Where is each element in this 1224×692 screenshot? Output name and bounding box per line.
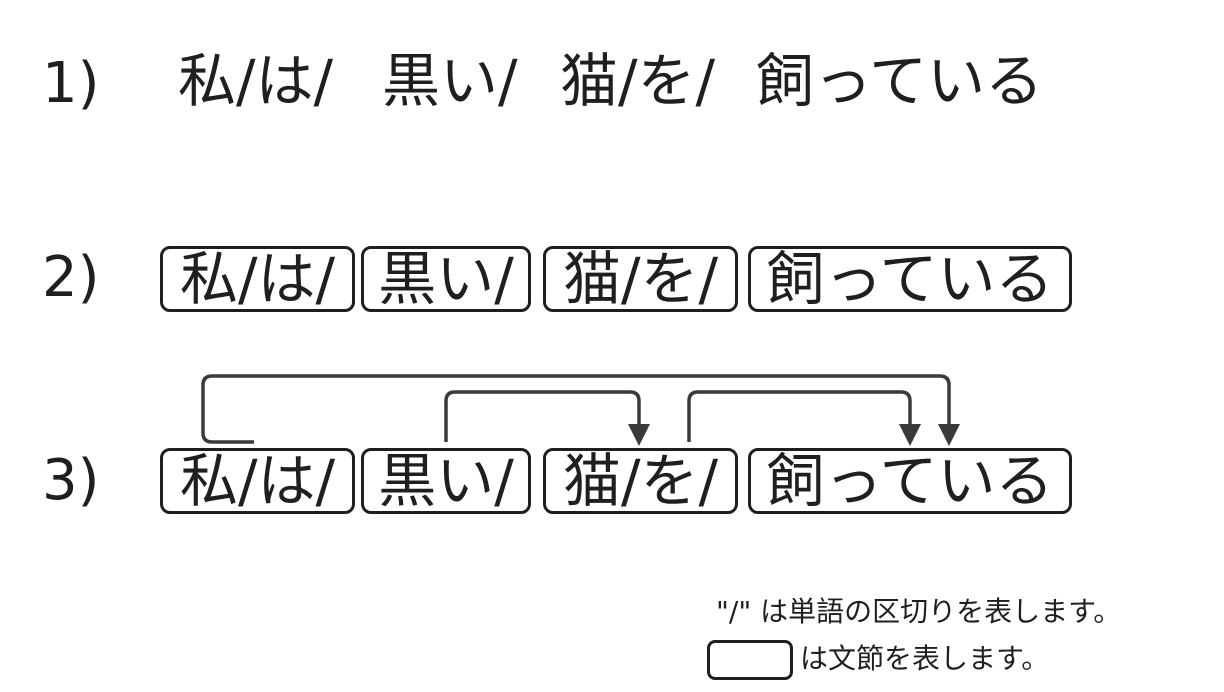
dependency-arrow-nekowo-to-katteiru: [687, 390, 912, 442]
dependency-arrow-watashiha-to-katteiru: [201, 374, 951, 444]
legend-bunsetsu-box: [707, 640, 793, 680]
dependency-arrowhead-1: [938, 424, 960, 446]
dependency-arrow-kuroi-to-nekowo: [444, 390, 641, 442]
legend-bunsetsu-text: は文節を表します。: [800, 642, 1050, 675]
legend-word-separator-text: "/" は単語の区切りを表します。: [716, 595, 1122, 628]
dependency-arrowhead-2: [628, 424, 650, 446]
dependency-arrows: [201, 374, 960, 446]
dependency-arrowhead-3: [899, 424, 921, 446]
